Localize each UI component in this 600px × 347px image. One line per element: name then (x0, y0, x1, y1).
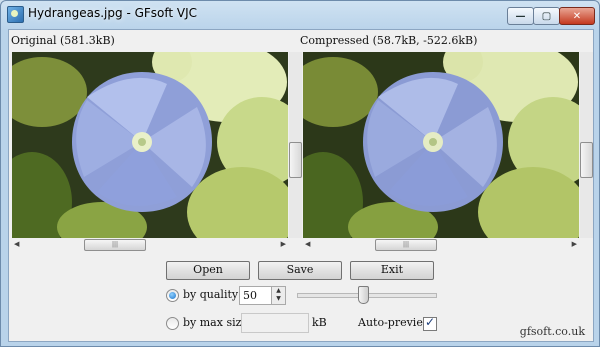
by-max-size-label: by max size (183, 316, 248, 329)
original-vertical-scrollbar[interactable] (289, 52, 302, 238)
maximize-button[interactable]: ▢ (533, 7, 560, 25)
auto-preview-label: Auto-preview (358, 316, 433, 329)
max-size-input[interactable] (241, 313, 309, 333)
title-bar[interactable]: Hydrangeas.jpg - GFsoft VJC — ▢ ✕ (1, 1, 599, 27)
compressed-label: Compressed (58.7kB, -522.6kB) (300, 34, 478, 47)
quality-input[interactable]: 50 (239, 286, 274, 305)
scroll-thumb[interactable] (289, 142, 302, 178)
compressed-vertical-scrollbar[interactable] (580, 52, 593, 238)
close-button[interactable]: ✕ (559, 7, 595, 25)
minimize-button[interactable]: — (507, 7, 534, 25)
by-quality-radio[interactable] (166, 289, 179, 302)
auto-preview-checkbox[interactable] (423, 315, 437, 331)
by-quality-label: by quality (183, 288, 239, 301)
scroll-left-icon[interactable]: ◀ (14, 240, 19, 248)
footer-watermark: gfsoft.co.uk (519, 325, 585, 338)
scroll-thumb[interactable]: ||| (84, 239, 146, 251)
quality-slider-thumb[interactable] (358, 286, 369, 304)
save-button[interactable]: Save (258, 261, 342, 280)
original-image (12, 52, 288, 238)
scroll-right-icon[interactable]: ▶ (572, 240, 577, 248)
compressed-image (303, 52, 579, 238)
quality-spinner[interactable]: ▲ ▼ (271, 286, 286, 305)
kb-unit-label: kB (312, 316, 327, 329)
spin-down-icon[interactable]: ▼ (272, 295, 285, 303)
by-max-size-radio[interactable] (166, 317, 179, 330)
compressed-image-picture (303, 52, 579, 238)
scroll-thumb[interactable] (580, 142, 593, 178)
window-title: Hydrangeas.jpg - GFsoft VJC (28, 6, 198, 20)
app-window: Hydrangeas.jpg - GFsoft VJC — ▢ ✕ Origin… (0, 0, 600, 347)
app-icon (7, 6, 24, 23)
client-area: Original (581.3kB) ◀ ||| ▶ Compressed (5… (8, 29, 594, 342)
scroll-left-icon[interactable]: ◀ (305, 240, 310, 248)
scroll-thumb[interactable]: ||| (375, 239, 437, 251)
open-button[interactable]: Open (166, 261, 250, 280)
exit-button[interactable]: Exit (350, 261, 434, 280)
original-image-picture (12, 52, 288, 238)
original-horizontal-scrollbar[interactable]: ◀ ||| ▶ (12, 239, 288, 251)
spin-up-icon[interactable]: ▲ (272, 287, 285, 295)
original-label: Original (581.3kB) (11, 34, 115, 47)
compressed-horizontal-scrollbar[interactable]: ◀ ||| ▶ (303, 239, 579, 251)
scroll-right-icon[interactable]: ▶ (281, 240, 286, 248)
